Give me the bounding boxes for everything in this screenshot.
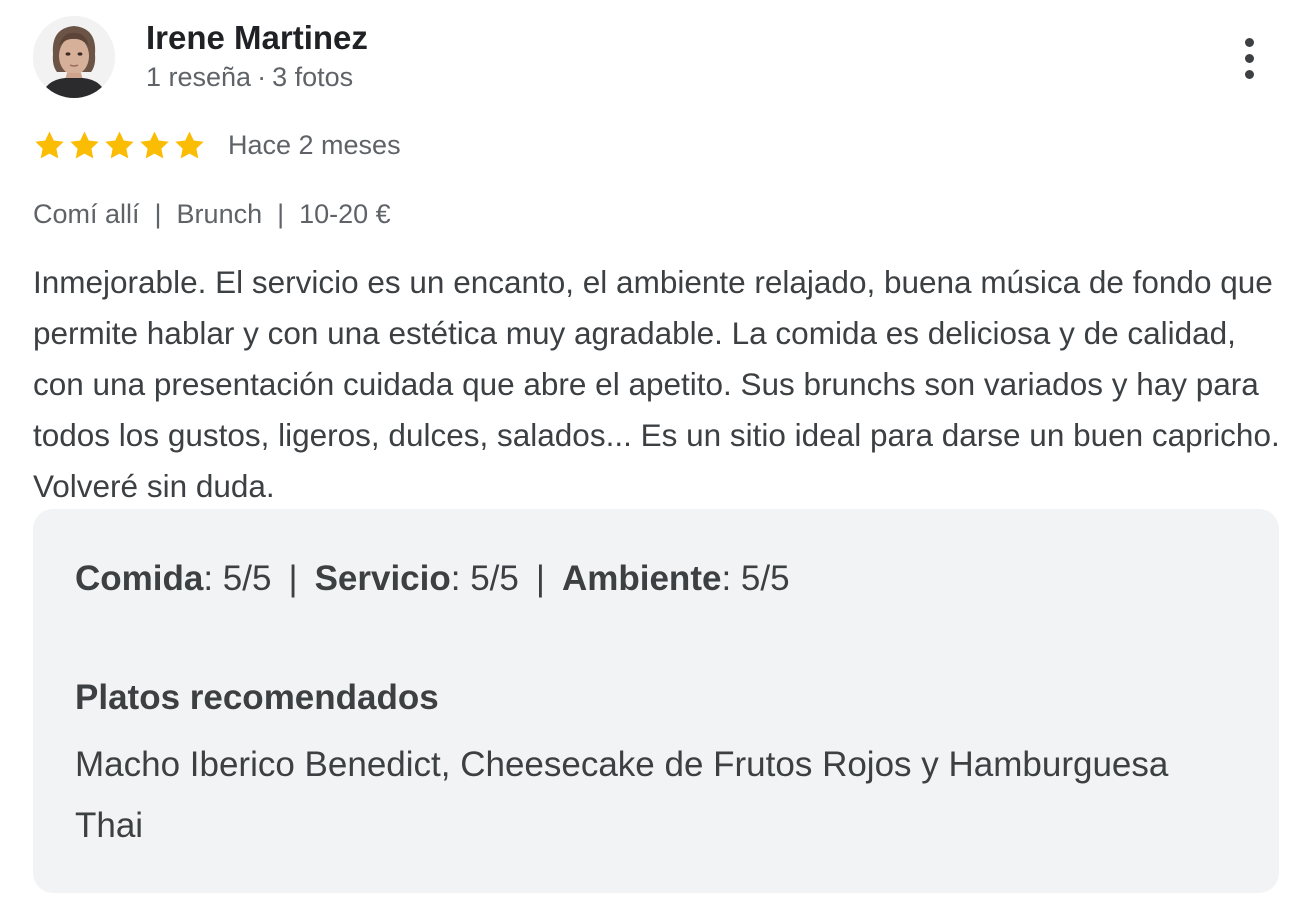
visit-tags: Comí allí | Brunch | 10-20 € (33, 196, 391, 232)
tag-price: 10-20 € (299, 198, 391, 229)
tag-meal-type: Brunch (176, 198, 263, 229)
recommended-dishes-text: Macho Iberico Benedict, Cheesecake de Fr… (75, 745, 1169, 845)
author-meta: 1 reseña · 3 fotos (146, 60, 353, 94)
tag-separator: | (277, 198, 285, 229)
star-icon (70, 130, 99, 158)
star-icon (175, 130, 204, 158)
star-icon (140, 130, 169, 158)
tag-separator: | (154, 198, 162, 229)
review-card: Irene Martinez 1 reseña · 3 fotos Hace 2 m… (0, 0, 1310, 906)
rating-separator: | (288, 559, 298, 598)
more-vertical-icon-dot (1244, 53, 1254, 63)
more-vertical-icon (1244, 37, 1254, 47)
review-count: 1 reseña (146, 62, 252, 92)
review-date: Hace 2 meses (228, 129, 401, 160)
food-value: : 5/5 (203, 559, 272, 598)
more-options-button[interactable] (1226, 30, 1272, 86)
recommended-dishes-title: Platos recomendados (75, 678, 439, 717)
more-vertical-icon-dot (1244, 69, 1254, 79)
review-text: Inmejorable. El servicio es un encanto, … (33, 264, 1280, 504)
food-label: Comida (75, 559, 204, 598)
star-icon (105, 130, 134, 158)
review-details-box: Comida: 5/5 | Servicio: 5/5 | Ambiente: 5/5 … (33, 509, 1279, 893)
user-photo-icon (33, 16, 115, 98)
meta-separator: · (257, 62, 267, 92)
sub-ratings: Comida: 5/5 | Servicio: 5/5 | Ambiente: 5/5 (75, 557, 790, 601)
star-rating (33, 129, 206, 162)
photo-count: 3 fotos (272, 62, 354, 92)
service-value: : 5/5 (450, 559, 519, 598)
service-label: Servicio (314, 559, 451, 598)
atmosphere-label: Ambiente (561, 559, 722, 598)
author-name[interactable]: Irene Martinez (146, 18, 368, 58)
avatar[interactable] (33, 16, 115, 98)
tag-service-type: Comí allí (33, 198, 140, 229)
rating-row: Hace 2 meses (33, 122, 401, 168)
atmosphere-value: : 5/5 (721, 559, 790, 598)
star-icon (35, 130, 64, 158)
rating-separator: | (535, 559, 545, 598)
